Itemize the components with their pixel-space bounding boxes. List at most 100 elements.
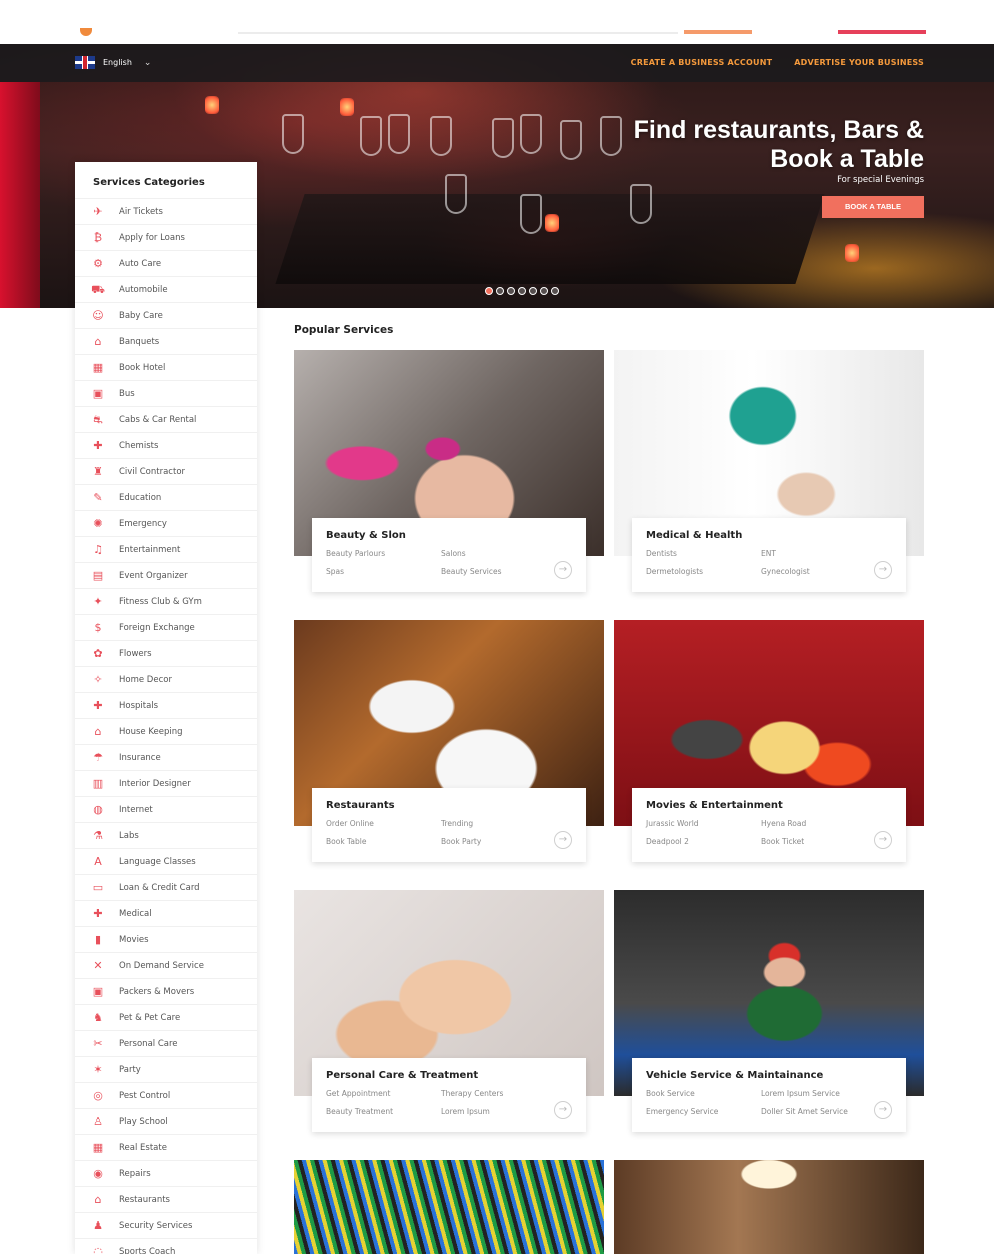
sidebar-item-personal-care[interactable]: ✂ Personal Care xyxy=(75,1030,257,1056)
sidebar-item-chemists[interactable]: ✚ Chemists xyxy=(75,432,257,458)
arrow-right-icon[interactable]: → xyxy=(554,1101,572,1119)
header-button-orange[interactable] xyxy=(684,30,752,34)
service-card-medical[interactable]: Medical & Health Dentists ENT Dermetolog… xyxy=(614,350,924,592)
sidebar-item-entertainment[interactable]: ♫ Entertainment xyxy=(75,536,257,562)
service-card-partial-cables[interactable] xyxy=(294,1160,604,1254)
card-link[interactable]: Dermetologists xyxy=(646,567,761,576)
sidebar-item-automobile[interactable]: ⛟ Automobile xyxy=(75,276,257,302)
card-link[interactable]: Dentists xyxy=(646,549,761,558)
sidebar-item-apply-for-loans[interactable]: ₿ Apply for Loans xyxy=(75,224,257,250)
card-link[interactable]: Beauty Services xyxy=(441,567,556,576)
service-card-beauty[interactable]: Beauty & Slon Beauty Parlours Salons Spa… xyxy=(294,350,604,592)
card-link[interactable]: Therapy Centers xyxy=(441,1089,556,1098)
book-table-button[interactable]: BOOK A TABLE xyxy=(822,196,924,218)
sidebar-item-house-keeping[interactable]: ⌂ House Keeping xyxy=(75,718,257,744)
card-link[interactable]: Deadpool 2 xyxy=(646,837,761,846)
sidebar-item-labs[interactable]: ⚗ Labs xyxy=(75,822,257,848)
service-card-vehicle[interactable]: Vehicle Service & Maintainance Book Serv… xyxy=(614,890,924,1132)
card-link[interactable]: Get Appointment xyxy=(326,1089,441,1098)
sidebar-item-language-classes[interactable]: A Language Classes xyxy=(75,848,257,874)
sidebar-item-label: Internet xyxy=(119,804,153,815)
card-link[interactable]: Salons xyxy=(441,549,556,558)
sidebar-item-fitness-club-gym[interactable]: ✦ Fitness Club & GYm xyxy=(75,588,257,614)
card-link[interactable]: Doller Sit Amet Service xyxy=(761,1107,876,1116)
card-link[interactable]: Lorem Ipsum Service xyxy=(761,1089,876,1098)
card-link[interactable]: Order Online xyxy=(326,819,441,828)
service-card-movies[interactable]: Movies & Entertainment Jurassic World Hy… xyxy=(614,620,924,862)
logo[interactable] xyxy=(80,28,92,36)
sidebar-item-label: Party xyxy=(119,1064,141,1075)
sidebar-item-emergency[interactable]: ✺ Emergency xyxy=(75,510,257,536)
sidebar-item-repairs[interactable]: ◉ Repairs xyxy=(75,1160,257,1186)
arrow-right-icon[interactable]: → xyxy=(874,561,892,579)
sidebar-item-event-organizer[interactable]: ▤ Event Organizer xyxy=(75,562,257,588)
service-card-restaurants[interactable]: Restaurants Order Online Trending Book T… xyxy=(294,620,604,862)
sidebar-item-air-tickets[interactable]: ✈ Air Tickets xyxy=(75,198,257,224)
card-link[interactable]: Hyena Road xyxy=(761,819,876,828)
sidebar-item-on-demand-service[interactable]: ✕ On Demand Service xyxy=(75,952,257,978)
card-link[interactable]: Lorem Ipsum xyxy=(441,1107,556,1116)
service-card-partial-interior[interactable] xyxy=(614,1160,924,1254)
card-link[interactable]: Book Ticket xyxy=(761,837,876,846)
carousel-dot[interactable] xyxy=(496,287,504,295)
sidebar-item-internet[interactable]: ◍ Internet xyxy=(75,796,257,822)
sidebar-item-banquets[interactable]: ⌂ Banquets xyxy=(75,328,257,354)
sidebar-item-baby-care[interactable]: ☺ Baby Care xyxy=(75,302,257,328)
create-business-account-link[interactable]: CREATE A BUSINESS ACCOUNT xyxy=(631,58,773,67)
sidebar-item-education[interactable]: ✎ Education xyxy=(75,484,257,510)
card-link[interactable]: Book Table xyxy=(326,837,441,846)
sidebar-item-pet-pet-care[interactable]: ♞ Pet & Pet Care xyxy=(75,1004,257,1030)
sidebar-item-movies[interactable]: ▮ Movies xyxy=(75,926,257,952)
carousel-dot[interactable] xyxy=(551,287,559,295)
sidebar-item-bus[interactable]: ▣ Bus xyxy=(75,380,257,406)
sidebar-item-pest-control[interactable]: ◎ Pest Control xyxy=(75,1082,257,1108)
search-bar[interactable] xyxy=(238,32,678,34)
sidebar-item-play-school[interactable]: ♙ Play School xyxy=(75,1108,257,1134)
sidebar-item-packers-movers[interactable]: ▣ Packers & Movers xyxy=(75,978,257,1004)
sidebar-item-book-hotel[interactable]: ▦ Book Hotel xyxy=(75,354,257,380)
service-card-personal-care[interactable]: Personal Care & Treatment Get Appointmen… xyxy=(294,890,604,1132)
arrow-right-icon[interactable]: → xyxy=(874,831,892,849)
card-link[interactable]: ENT xyxy=(761,549,876,558)
language-selector[interactable]: English ⌄ xyxy=(75,56,151,69)
advertise-business-link[interactable]: ADVERTISE YOUR BUSINESS xyxy=(794,58,924,67)
card-link[interactable]: Gynecologist xyxy=(761,567,876,576)
carousel-dot[interactable] xyxy=(540,287,548,295)
sidebar-item-home-decor[interactable]: ✧ Home Decor xyxy=(75,666,257,692)
sidebar-item-hospitals[interactable]: ✚ Hospitals xyxy=(75,692,257,718)
arrow-right-icon[interactable]: → xyxy=(554,561,572,579)
sidebar-item-interior-designer[interactable]: ▥ Interior Designer xyxy=(75,770,257,796)
category-icon: ☂ xyxy=(93,750,103,764)
sidebar-item-restaurants[interactable]: ⌂ Restaurants xyxy=(75,1186,257,1212)
carousel-dot[interactable] xyxy=(507,287,515,295)
sidebar-item-party[interactable]: ✶ Party xyxy=(75,1056,257,1082)
card-link[interactable]: Book Party xyxy=(441,837,556,846)
sidebar-item-security-services[interactable]: ♟ Security Services xyxy=(75,1212,257,1238)
sidebar-item-foreign-exchange[interactable]: $ Foreign Exchange xyxy=(75,614,257,640)
sidebar-item-loan-credit-card[interactable]: ▭ Loan & Credit Card xyxy=(75,874,257,900)
carousel-dot[interactable] xyxy=(518,287,526,295)
sidebar-item-civil-contractor[interactable]: ♜ Civil Contractor xyxy=(75,458,257,484)
sidebar-item-real-estate[interactable]: ▦ Real Estate xyxy=(75,1134,257,1160)
card-link[interactable]: Beauty Treatment xyxy=(326,1107,441,1116)
carousel-dot[interactable] xyxy=(485,287,493,295)
header-button-red[interactable] xyxy=(838,30,926,34)
sidebar-item-insurance[interactable]: ☂ Insurance xyxy=(75,744,257,770)
sidebar-item-medical[interactable]: ✚ Medical xyxy=(75,900,257,926)
sidebar-item-cabs-car-rental[interactable]: ⛐ Cabs & Car Rental xyxy=(75,406,257,432)
card-link[interactable]: Beauty Parlours xyxy=(326,549,441,558)
sidebar-item-sports-coach[interactable]: ◌ Sports Coach xyxy=(75,1238,257,1254)
card-link[interactable]: Jurassic World xyxy=(646,819,761,828)
arrow-right-icon[interactable]: → xyxy=(554,831,572,849)
card-link[interactable]: Emergency Service xyxy=(646,1107,761,1116)
card-link[interactable]: Spas xyxy=(326,567,441,576)
sidebar-item-auto-care[interactable]: ⚙ Auto Care xyxy=(75,250,257,276)
card-link[interactable]: Book Service xyxy=(646,1089,761,1098)
arrow-right-icon[interactable]: → xyxy=(874,1101,892,1119)
category-icon: ✚ xyxy=(93,698,103,712)
category-icon: ✎ xyxy=(93,490,103,504)
sidebar-item-label: Flowers xyxy=(119,648,152,659)
card-link[interactable]: Trending xyxy=(441,819,556,828)
sidebar-item-flowers[interactable]: ✿ Flowers xyxy=(75,640,257,666)
carousel-dot[interactable] xyxy=(529,287,537,295)
